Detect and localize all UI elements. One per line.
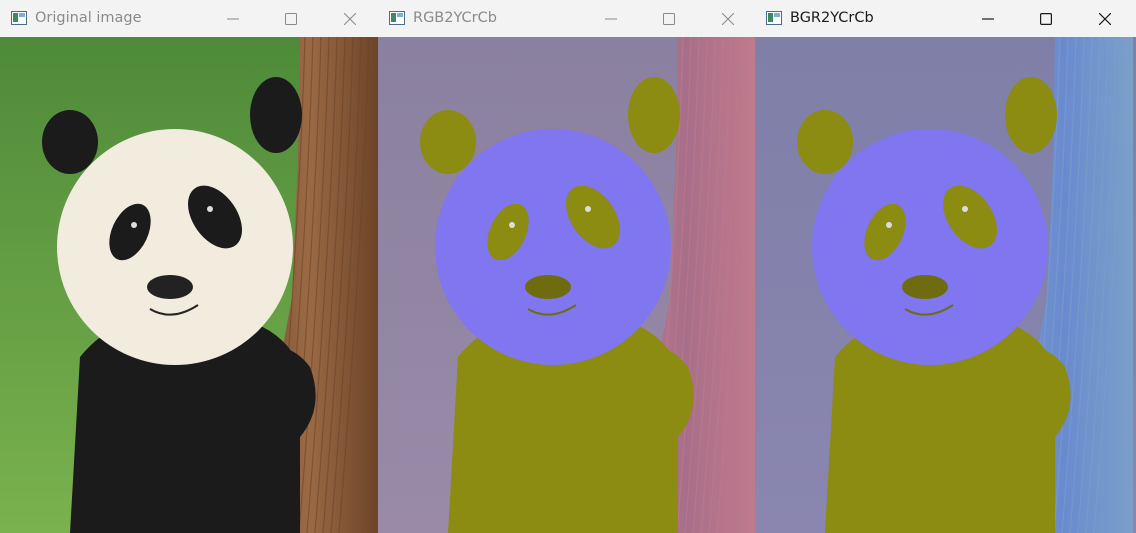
close-button[interactable] <box>705 0 751 37</box>
minimize-button[interactable] <box>588 0 634 37</box>
panda-eye-right <box>585 206 591 212</box>
panda-head <box>812 129 1048 365</box>
image-view-original <box>0 37 378 533</box>
close-icon <box>344 12 356 25</box>
panda-nose <box>902 275 948 299</box>
maximize-icon <box>663 12 675 25</box>
maximize-button[interactable] <box>268 0 314 37</box>
maximize-icon <box>1040 12 1052 25</box>
window-rgb2ycrcb[interactable]: RGB2YCrCb <box>378 0 755 533</box>
window-title: BGR2YCrCb <box>790 10 874 26</box>
panda-eye-right <box>207 206 213 212</box>
window-bgr2ycrcb[interactable]: BGR2YCrCb <box>755 0 1136 533</box>
window-app-icon <box>11 11 27 25</box>
title-bar[interactable]: RGB2YCrCb <box>378 0 755 37</box>
panda-eye-left <box>131 222 137 228</box>
panda-head <box>435 129 671 365</box>
title-bar[interactable]: Original image <box>0 0 378 37</box>
panda-eye-left <box>509 222 515 228</box>
window-app-icon <box>766 11 782 25</box>
window-title: RGB2YCrCb <box>413 10 497 26</box>
window-title: Original image <box>35 10 142 26</box>
minimize-icon <box>227 18 239 19</box>
panda-ear-left <box>797 110 853 174</box>
close-icon <box>722 12 734 25</box>
maximize-button[interactable] <box>1023 0 1069 37</box>
maximize-icon <box>285 12 297 25</box>
panda-ear-left <box>420 110 476 174</box>
close-icon <box>1099 12 1111 25</box>
panda-ear-right <box>628 77 680 153</box>
panda-eye-left <box>886 222 892 228</box>
minimize-button[interactable] <box>965 0 1011 37</box>
close-button[interactable] <box>1082 0 1128 37</box>
window-original-image[interactable]: Original image <box>0 0 378 533</box>
image-view-bgr2ycrcb <box>755 37 1136 533</box>
panda-head <box>57 129 293 365</box>
minimize-icon <box>982 17 994 20</box>
image-view-rgb2ycrcb <box>378 37 755 533</box>
panda-ear-right <box>1005 77 1057 153</box>
title-bar[interactable]: BGR2YCrCb <box>755 0 1136 37</box>
panda-eye-right <box>962 206 968 212</box>
window-app-icon <box>389 11 405 25</box>
panda-nose <box>147 275 193 299</box>
panda-nose <box>525 275 571 299</box>
close-button[interactable] <box>327 0 373 37</box>
minimize-icon <box>605 18 617 19</box>
panda-ear-left <box>42 110 98 174</box>
minimize-button[interactable] <box>210 0 256 37</box>
maximize-button[interactable] <box>646 0 692 37</box>
panda-ear-right <box>250 77 302 153</box>
